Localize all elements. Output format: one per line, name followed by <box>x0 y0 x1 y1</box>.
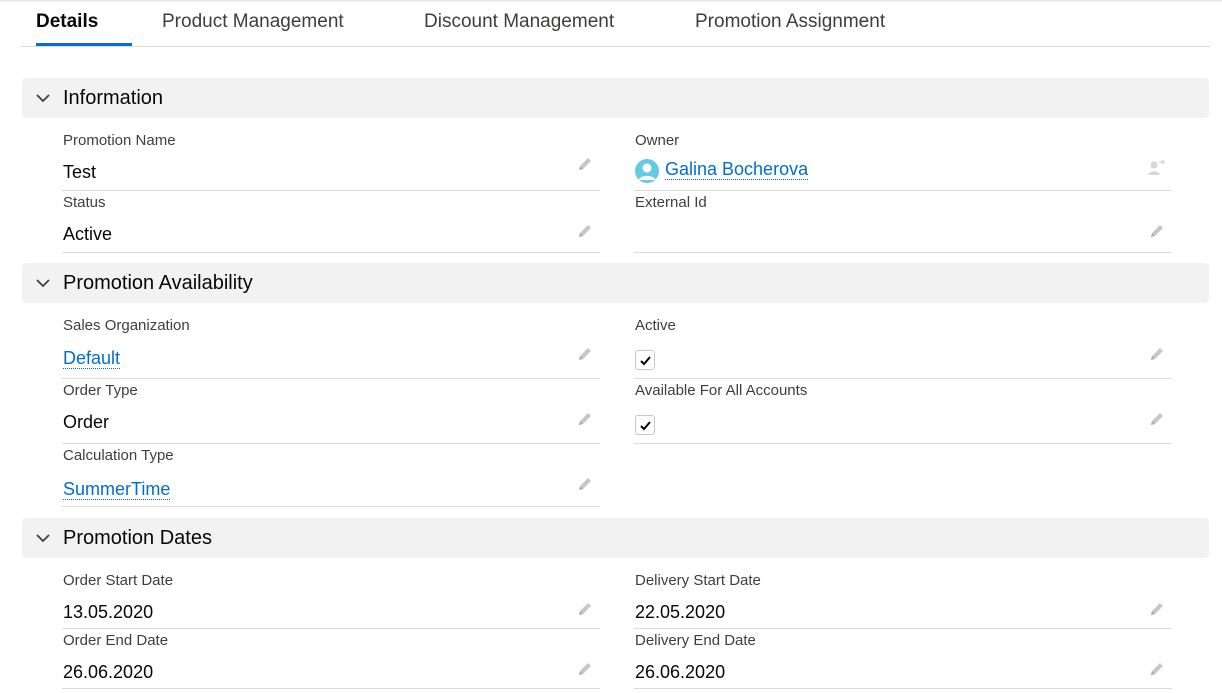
chevron-down-icon <box>36 279 50 288</box>
field-label: Delivery End Date <box>635 632 756 649</box>
active-tab-indicator <box>36 43 132 46</box>
pencil-icon[interactable] <box>1148 600 1166 618</box>
section-header-information[interactable]: Information <box>22 78 1209 118</box>
field-value: Active <box>63 224 113 244</box>
field-order-type: Order Type Order <box>62 379 600 444</box>
field-order-end-date: Order End Date 26.06.2020 <box>62 629 600 689</box>
pencil-icon[interactable] <box>576 475 594 493</box>
field-available-for-all-accounts: Available For All Accounts <box>634 379 1172 444</box>
pencil-icon[interactable] <box>1148 660 1166 678</box>
field-label: Order Type <box>63 382 138 399</box>
field-owner: Owner Galina Bocherova <box>634 129 1172 191</box>
field-label: Delivery Start Date <box>635 572 761 589</box>
pencil-icon[interactable] <box>576 600 594 618</box>
field-value: Order <box>63 412 110 432</box>
field-delivery-end-date: Delivery End Date 26.06.2020 <box>634 629 1172 689</box>
sales-organization-link[interactable]: Default <box>63 348 121 369</box>
pencil-icon[interactable] <box>576 410 594 428</box>
section-title: Promotion Availability <box>63 272 253 294</box>
field-calculation-type: Calculation Type SummerTime <box>62 444 600 507</box>
chevron-down-icon <box>36 534 50 543</box>
field-order-start-date: Order Start Date 13.05.2020 <box>62 569 600 629</box>
field-promotion-name: Promotion Name Test <box>62 129 600 191</box>
user-avatar-icon <box>635 159 659 183</box>
field-label: Calculation Type <box>63 447 174 464</box>
field-label: Owner <box>635 132 680 149</box>
section-header-promotion-availability[interactable]: Promotion Availability <box>22 263 1209 303</box>
field-value: Test <box>63 162 97 182</box>
tab-label: Promotion Assignment <box>695 11 886 32</box>
section-title: Promotion Dates <box>63 527 212 549</box>
tab-promotion-assignment[interactable]: Promotion Assignment <box>695 0 885 46</box>
field-label: Order Start Date <box>63 572 174 589</box>
tab-details[interactable]: Details <box>36 0 132 46</box>
pencil-icon[interactable] <box>1148 222 1166 240</box>
field-label: Order End Date <box>63 632 169 649</box>
checkmark-icon <box>640 421 651 431</box>
active-checkbox[interactable] <box>635 350 655 370</box>
field-external-id: External Id <box>634 191 1172 253</box>
pencil-icon[interactable] <box>576 155 594 173</box>
owner-link[interactable]: Galina Bocherova <box>665 159 809 180</box>
field-value: 22.05.2020 <box>635 602 726 622</box>
pencil-icon[interactable] <box>576 222 594 240</box>
field-label: Promotion Name <box>63 132 176 149</box>
field-active: Active <box>634 314 1172 379</box>
pencil-icon[interactable] <box>576 660 594 678</box>
field-label: Active <box>635 317 676 334</box>
field-label: Sales Organization <box>63 317 190 334</box>
tab-discount-management[interactable]: Discount Management <box>424 0 614 46</box>
section-title: Information <box>63 87 164 109</box>
tab-product-management[interactable]: Product Management <box>162 0 344 46</box>
field-value: 13.05.2020 <box>63 602 154 622</box>
section-header-promotion-dates[interactable]: Promotion Dates <box>22 518 1209 558</box>
field-value: 26.06.2020 <box>635 662 726 682</box>
field-label: Status <box>63 194 106 211</box>
field-label: Available For All Accounts <box>635 382 808 399</box>
tab-bar: Details Product Management Discount Mana… <box>20 0 1210 47</box>
field-sales-organization: Sales Organization Default <box>62 314 600 379</box>
tab-label: Details <box>36 11 99 32</box>
field-label: External Id <box>635 194 707 211</box>
chevron-down-icon <box>36 94 50 103</box>
pencil-icon[interactable] <box>576 345 594 363</box>
field-delivery-start-date: Delivery Start Date 22.05.2020 <box>634 569 1172 629</box>
calculation-type-link[interactable]: SummerTime <box>63 479 171 500</box>
tab-label: Discount Management <box>424 11 615 32</box>
field-value: 26.06.2020 <box>63 662 154 682</box>
tab-label: Product Management <box>162 11 344 32</box>
change-owner-icon[interactable] <box>1146 159 1166 177</box>
pencil-icon[interactable] <box>1148 410 1166 428</box>
field-status: Status Active <box>62 191 600 253</box>
checkmark-icon <box>640 356 651 366</box>
pencil-icon[interactable] <box>1148 345 1166 363</box>
available-for-all-accounts-checkbox[interactable] <box>635 415 655 435</box>
